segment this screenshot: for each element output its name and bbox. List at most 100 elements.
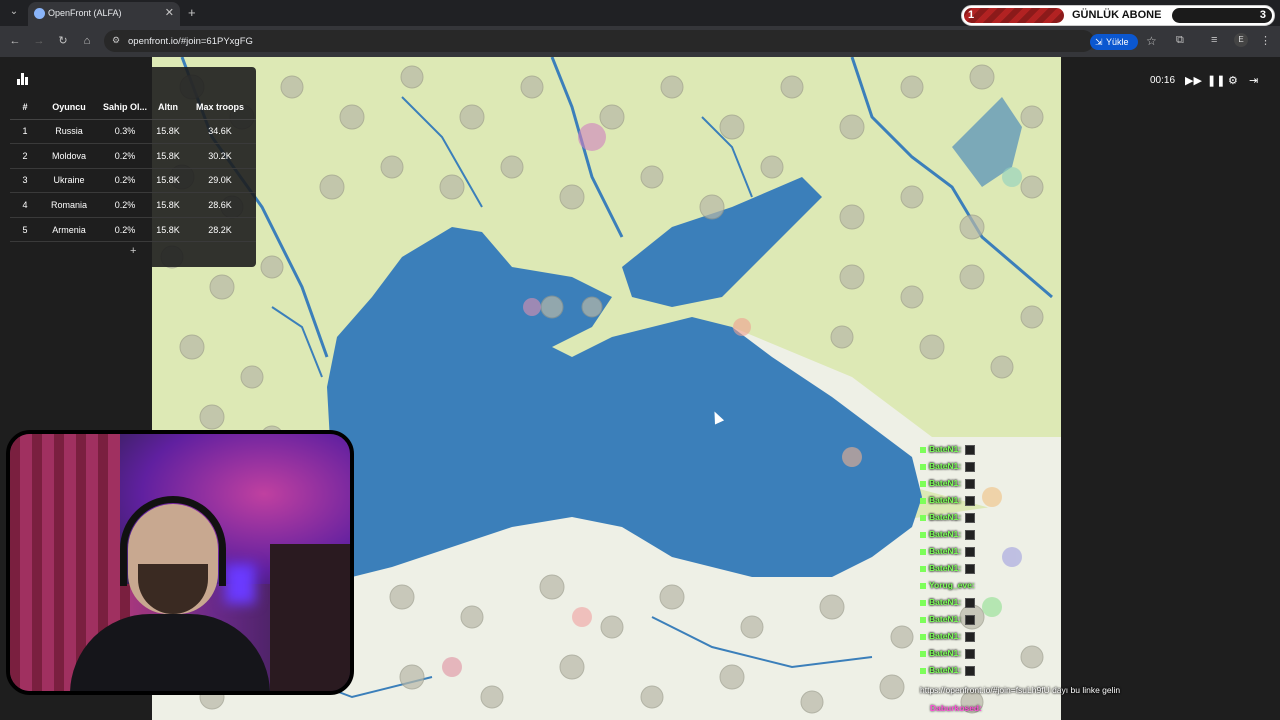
close-tab-icon[interactable]: ✕ <box>165 6 174 19</box>
bar-chart-icon[interactable] <box>17 73 29 85</box>
home-icon[interactable]: ⌂ <box>80 34 94 48</box>
header-player[interactable]: Oyuncu <box>40 95 98 120</box>
troops-cell: 34.6K <box>184 119 256 145</box>
streamer-webcam <box>6 430 354 695</box>
header-owned[interactable]: Sahip Ol... <box>98 95 152 120</box>
pause-icon[interactable]: ❚❚ <box>1207 74 1225 87</box>
chat-badge-icon <box>920 497 926 504</box>
settings-icon[interactable]: ⚙ <box>1228 74 1238 87</box>
tab-title: OpenFront (ALFA) <box>48 8 122 18</box>
chat-message: BateN1: <box>920 597 976 611</box>
emote-icon <box>965 563 976 574</box>
exit-icon[interactable]: ⇥ <box>1249 74 1258 87</box>
table-row[interactable]: 5 Armenia 0.2% 15.8K 28.2K <box>10 217 256 243</box>
emote-icon <box>965 529 976 540</box>
tab-search-icon[interactable]: ⌄ <box>6 6 22 20</box>
game-viewport: # Oyuncu Sahip Ol... Altın Max troops 1 … <box>0 57 1280 720</box>
banner-left-number: 1 <box>968 9 975 21</box>
profile-avatar[interactable]: E <box>1234 33 1248 47</box>
browser-tab-strip: ⌄ OpenFront (ALFA) ✕ + 1 GÜNLÜK ABONE 3 <box>0 0 1280 26</box>
table-row[interactable]: 4 Romania 0.2% 15.8K 28.6K <box>10 192 256 218</box>
address-bar[interactable]: ⚙ openfront.io/#join=61PYxgFG ⇲ Yükle ☆ <box>104 30 1157 52</box>
player-cell: Moldova <box>40 143 98 169</box>
chat-badge-icon <box>920 616 926 623</box>
chat-badge-icon <box>920 514 926 521</box>
install-icon: ⇲ <box>1095 37 1103 47</box>
forward-icon[interactable]: → <box>32 34 46 48</box>
troops-cell: 28.2K <box>184 217 256 243</box>
chat-message: BateN1: <box>920 461 976 475</box>
chat-badge-icon <box>920 599 926 606</box>
emote-icon <box>965 461 976 472</box>
emote-icon <box>965 512 976 523</box>
game-timer: 00:16 <box>1150 75 1176 86</box>
leaderboard-header-row: # Oyuncu Sahip Ol... Altın Max troops <box>10 95 256 120</box>
emote-icon <box>965 665 976 676</box>
table-row[interactable]: 3 Ukraine 0.2% 15.8K 29.0K <box>10 168 256 194</box>
fast-forward-icon[interactable]: ▶▶ <box>1185 74 1202 87</box>
menu-icon[interactable]: ⋮ <box>1260 34 1271 47</box>
emote-icon <box>965 546 976 557</box>
leaderboard-panel: # Oyuncu Sahip Ol... Altın Max troops 1 … <box>10 67 256 267</box>
extensions-icon[interactable]: ⧉ <box>1176 34 1184 47</box>
header-max-troops[interactable]: Max troops <box>184 95 256 120</box>
chat-message: BateN1: <box>920 631 976 645</box>
chat-link-message: https://openfront.io/#join=fsuLh9fU dayı… <box>920 685 1121 695</box>
chat-badge-icon <box>920 531 926 538</box>
daily-subscriber-banner: 1 GÜNLÜK ABONE 3 <box>961 5 1275 26</box>
table-row[interactable]: 2 Moldova 0.2% 15.8K 30.2K <box>10 143 256 169</box>
chat-badge-icon <box>920 633 926 640</box>
bookmark-star-icon[interactable]: ☆ <box>1146 34 1157 48</box>
rank-cell: 5 <box>10 217 40 243</box>
banner-text: GÜNLÜK ABONE <box>1072 9 1162 21</box>
player-cell: Ukraine <box>40 168 98 194</box>
chat-message: BateN1: <box>920 495 976 509</box>
new-tab-icon[interactable]: + <box>188 5 196 20</box>
header-gold[interactable]: Altın <box>152 95 184 120</box>
install-app-button[interactable]: ⇲ Yükle <box>1090 34 1138 50</box>
emote-icon <box>965 495 976 506</box>
gold-cell: 15.8K <box>152 119 184 145</box>
player-cell: Russia <box>40 119 98 145</box>
chat-badge-icon <box>920 548 926 555</box>
reload-icon[interactable]: ↻ <box>56 34 70 48</box>
player-cell: Romania <box>40 192 98 218</box>
back-icon[interactable]: ← <box>8 34 22 48</box>
emote-icon <box>965 597 976 608</box>
gold-cell: 15.8K <box>152 192 184 218</box>
chat-badge-icon <box>920 650 926 657</box>
chat-last-message: Daburkosed: <box>930 703 982 713</box>
chat-badge-icon <box>920 480 926 487</box>
chat-message: BateN1: <box>920 665 976 679</box>
emote-icon <box>965 614 976 625</box>
browser-tab[interactable]: OpenFront (ALFA) ✕ <box>28 2 180 26</box>
chat-message: BateN1: <box>920 444 976 458</box>
chat-message: BateN1: <box>920 546 976 560</box>
chat-badge-icon <box>920 463 926 470</box>
owned-cell: 0.2% <box>98 168 152 194</box>
emote-icon <box>965 631 976 642</box>
chat-message: BateN1: <box>920 512 976 526</box>
banner-right-bar: 3 <box>1172 8 1272 23</box>
table-row[interactable]: 1 Russia 0.3% 15.8K 34.6K <box>10 119 256 145</box>
game-controls: 00:16 ▶▶ ❚❚ ⚙ ⇥ <box>1143 69 1269 93</box>
banner-left-bar: 1 <box>964 8 1064 23</box>
install-label: Yükle <box>1106 37 1129 47</box>
chat-badge-icon <box>920 582 926 589</box>
owned-cell: 0.3% <box>98 119 152 145</box>
webcam-shelf <box>270 544 350 691</box>
header-rank[interactable]: # <box>10 95 40 120</box>
owned-cell: 0.2% <box>98 192 152 218</box>
troops-cell: 30.2K <box>184 143 256 169</box>
gold-cell: 15.8K <box>152 168 184 194</box>
chat-message: BateN1: <box>920 614 976 628</box>
globe-icon <box>34 8 45 19</box>
gold-cell: 15.8K <box>152 217 184 243</box>
media-icon[interactable]: ≡ <box>1211 34 1217 46</box>
site-info-icon[interactable]: ⚙ <box>112 35 120 46</box>
owned-cell: 0.2% <box>98 217 152 243</box>
rank-cell: 4 <box>10 192 40 218</box>
chat-message: Yorug_eve: <box>920 580 975 594</box>
expand-leaderboard-button[interactable]: + <box>130 245 136 257</box>
troops-cell: 28.6K <box>184 192 256 218</box>
